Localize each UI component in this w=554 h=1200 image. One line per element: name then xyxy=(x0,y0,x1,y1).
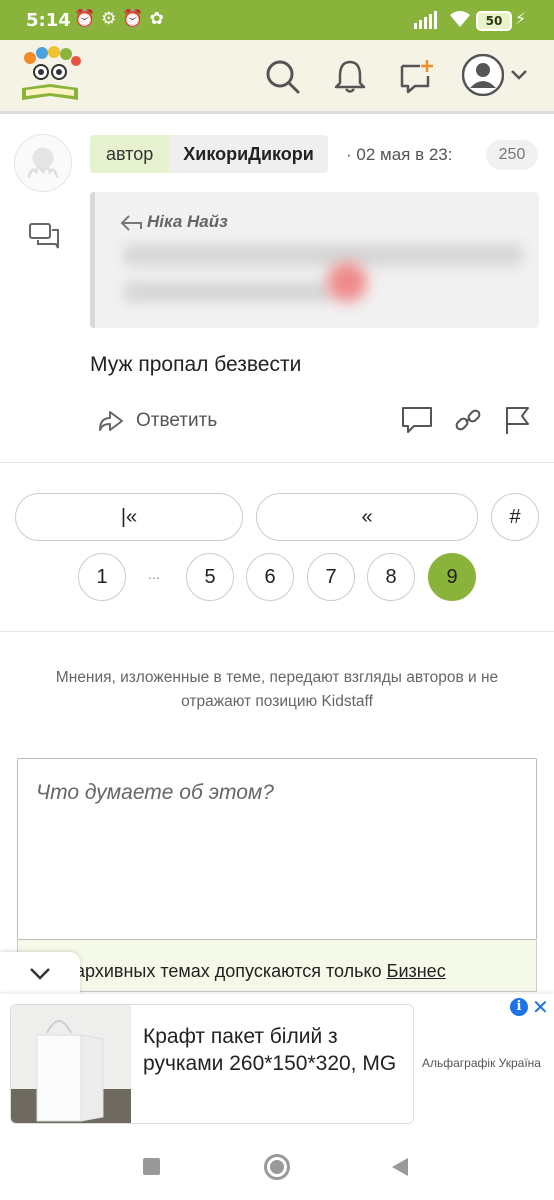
bell-icon[interactable] xyxy=(330,56,370,96)
author-label: автор xyxy=(90,135,170,173)
chevron-down-icon xyxy=(30,968,50,980)
new-message-icon[interactable] xyxy=(396,56,436,96)
reply-count-badge: 250 xyxy=(486,140,538,170)
reply-icon xyxy=(99,411,123,431)
ad-card[interactable]: Крафт пакет білий з ручками 260*150*320,… xyxy=(10,1004,414,1124)
ad-product-image xyxy=(11,1005,131,1123)
status-notification-icons: ⏰⚙⏰✿ xyxy=(74,9,170,29)
ad-info-icon[interactable]: i xyxy=(510,998,528,1016)
quoted-message: Ніка Найз xyxy=(90,192,539,328)
reply-label: Ответить xyxy=(136,410,218,431)
signal-icon xyxy=(414,11,437,29)
jump-to-page-button[interactable]: # xyxy=(491,493,539,541)
ad-close-icon[interactable]: ✕ xyxy=(532,995,549,1020)
blurred-emoji xyxy=(327,262,367,302)
post-date: · 02 мая в 23: xyxy=(346,145,453,164)
system-nav-bar xyxy=(0,1134,554,1200)
link-icon[interactable] xyxy=(454,406,482,434)
blurred-text xyxy=(123,244,523,266)
quote-author: Ніка Найз xyxy=(147,212,228,231)
comment-icon[interactable] xyxy=(400,404,434,436)
author-tag[interactable]: автор ХикориДикори xyxy=(90,135,328,173)
battery-indicator: 50 xyxy=(476,11,512,31)
recents-icon[interactable] xyxy=(143,1158,160,1175)
profile-avatar-icon[interactable] xyxy=(462,54,504,96)
divider xyxy=(0,631,554,632)
blurred-text xyxy=(123,282,333,302)
app-header xyxy=(0,40,554,114)
flag-icon[interactable] xyxy=(502,404,532,436)
search-icon[interactable] xyxy=(262,56,302,96)
reply-arrow-icon xyxy=(120,215,142,231)
kidstaff-logo[interactable] xyxy=(16,46,86,106)
status-bar: 5:14 ⏰⚙⏰✿ 50 ⚡ xyxy=(0,0,554,40)
first-page-button[interactable]: |« xyxy=(15,493,243,541)
page-7-button[interactable]: 7 xyxy=(307,553,355,601)
comments-icon[interactable] xyxy=(28,222,60,250)
chevron-down-icon[interactable] xyxy=(510,68,528,82)
status-time: 5:14 xyxy=(26,10,71,31)
ad-title: Крафт пакет білий з ручками 260*150*320,… xyxy=(143,1025,397,1075)
post-text: Муж пропал безвести xyxy=(90,353,302,376)
reply-button[interactable]: Ответить xyxy=(96,404,217,438)
page-8-button[interactable]: 8 xyxy=(367,553,415,601)
page-6-button[interactable]: 6 xyxy=(246,553,294,601)
wifi-icon xyxy=(450,11,470,27)
textarea-placeholder: Что думаете об этом? xyxy=(36,781,274,804)
comment-textarea[interactable]: Что думаете об этом? xyxy=(17,758,537,940)
ad-banner[interactable]: i ✕ Крафт пакет білий з ручками 260*150*… xyxy=(0,994,554,1132)
pagination-ellipsis: ... xyxy=(148,566,160,582)
page-5-button[interactable]: 5 xyxy=(186,553,234,601)
page-1-button[interactable]: 1 xyxy=(78,553,126,601)
prev-page-button[interactable]: « xyxy=(256,493,478,541)
collapse-button[interactable] xyxy=(0,952,80,996)
disclaimer-text: Мнения, изложенные в теме, передают взгл… xyxy=(55,669,499,710)
page-9-button-current[interactable]: 9 xyxy=(428,553,476,601)
author-name[interactable]: ХикориДикори xyxy=(169,135,328,173)
divider xyxy=(0,462,554,463)
charging-icon: ⚡ xyxy=(515,9,527,28)
back-icon[interactable] xyxy=(390,1156,410,1178)
archive-notice-text: В архивных темах допускаются только Бизн… xyxy=(58,961,446,981)
ad-brand: Альфаграфік Україна xyxy=(422,1056,541,1070)
business-link[interactable]: Бизнес xyxy=(387,961,446,981)
author-avatar[interactable] xyxy=(14,134,72,192)
home-icon[interactable] xyxy=(264,1154,290,1180)
